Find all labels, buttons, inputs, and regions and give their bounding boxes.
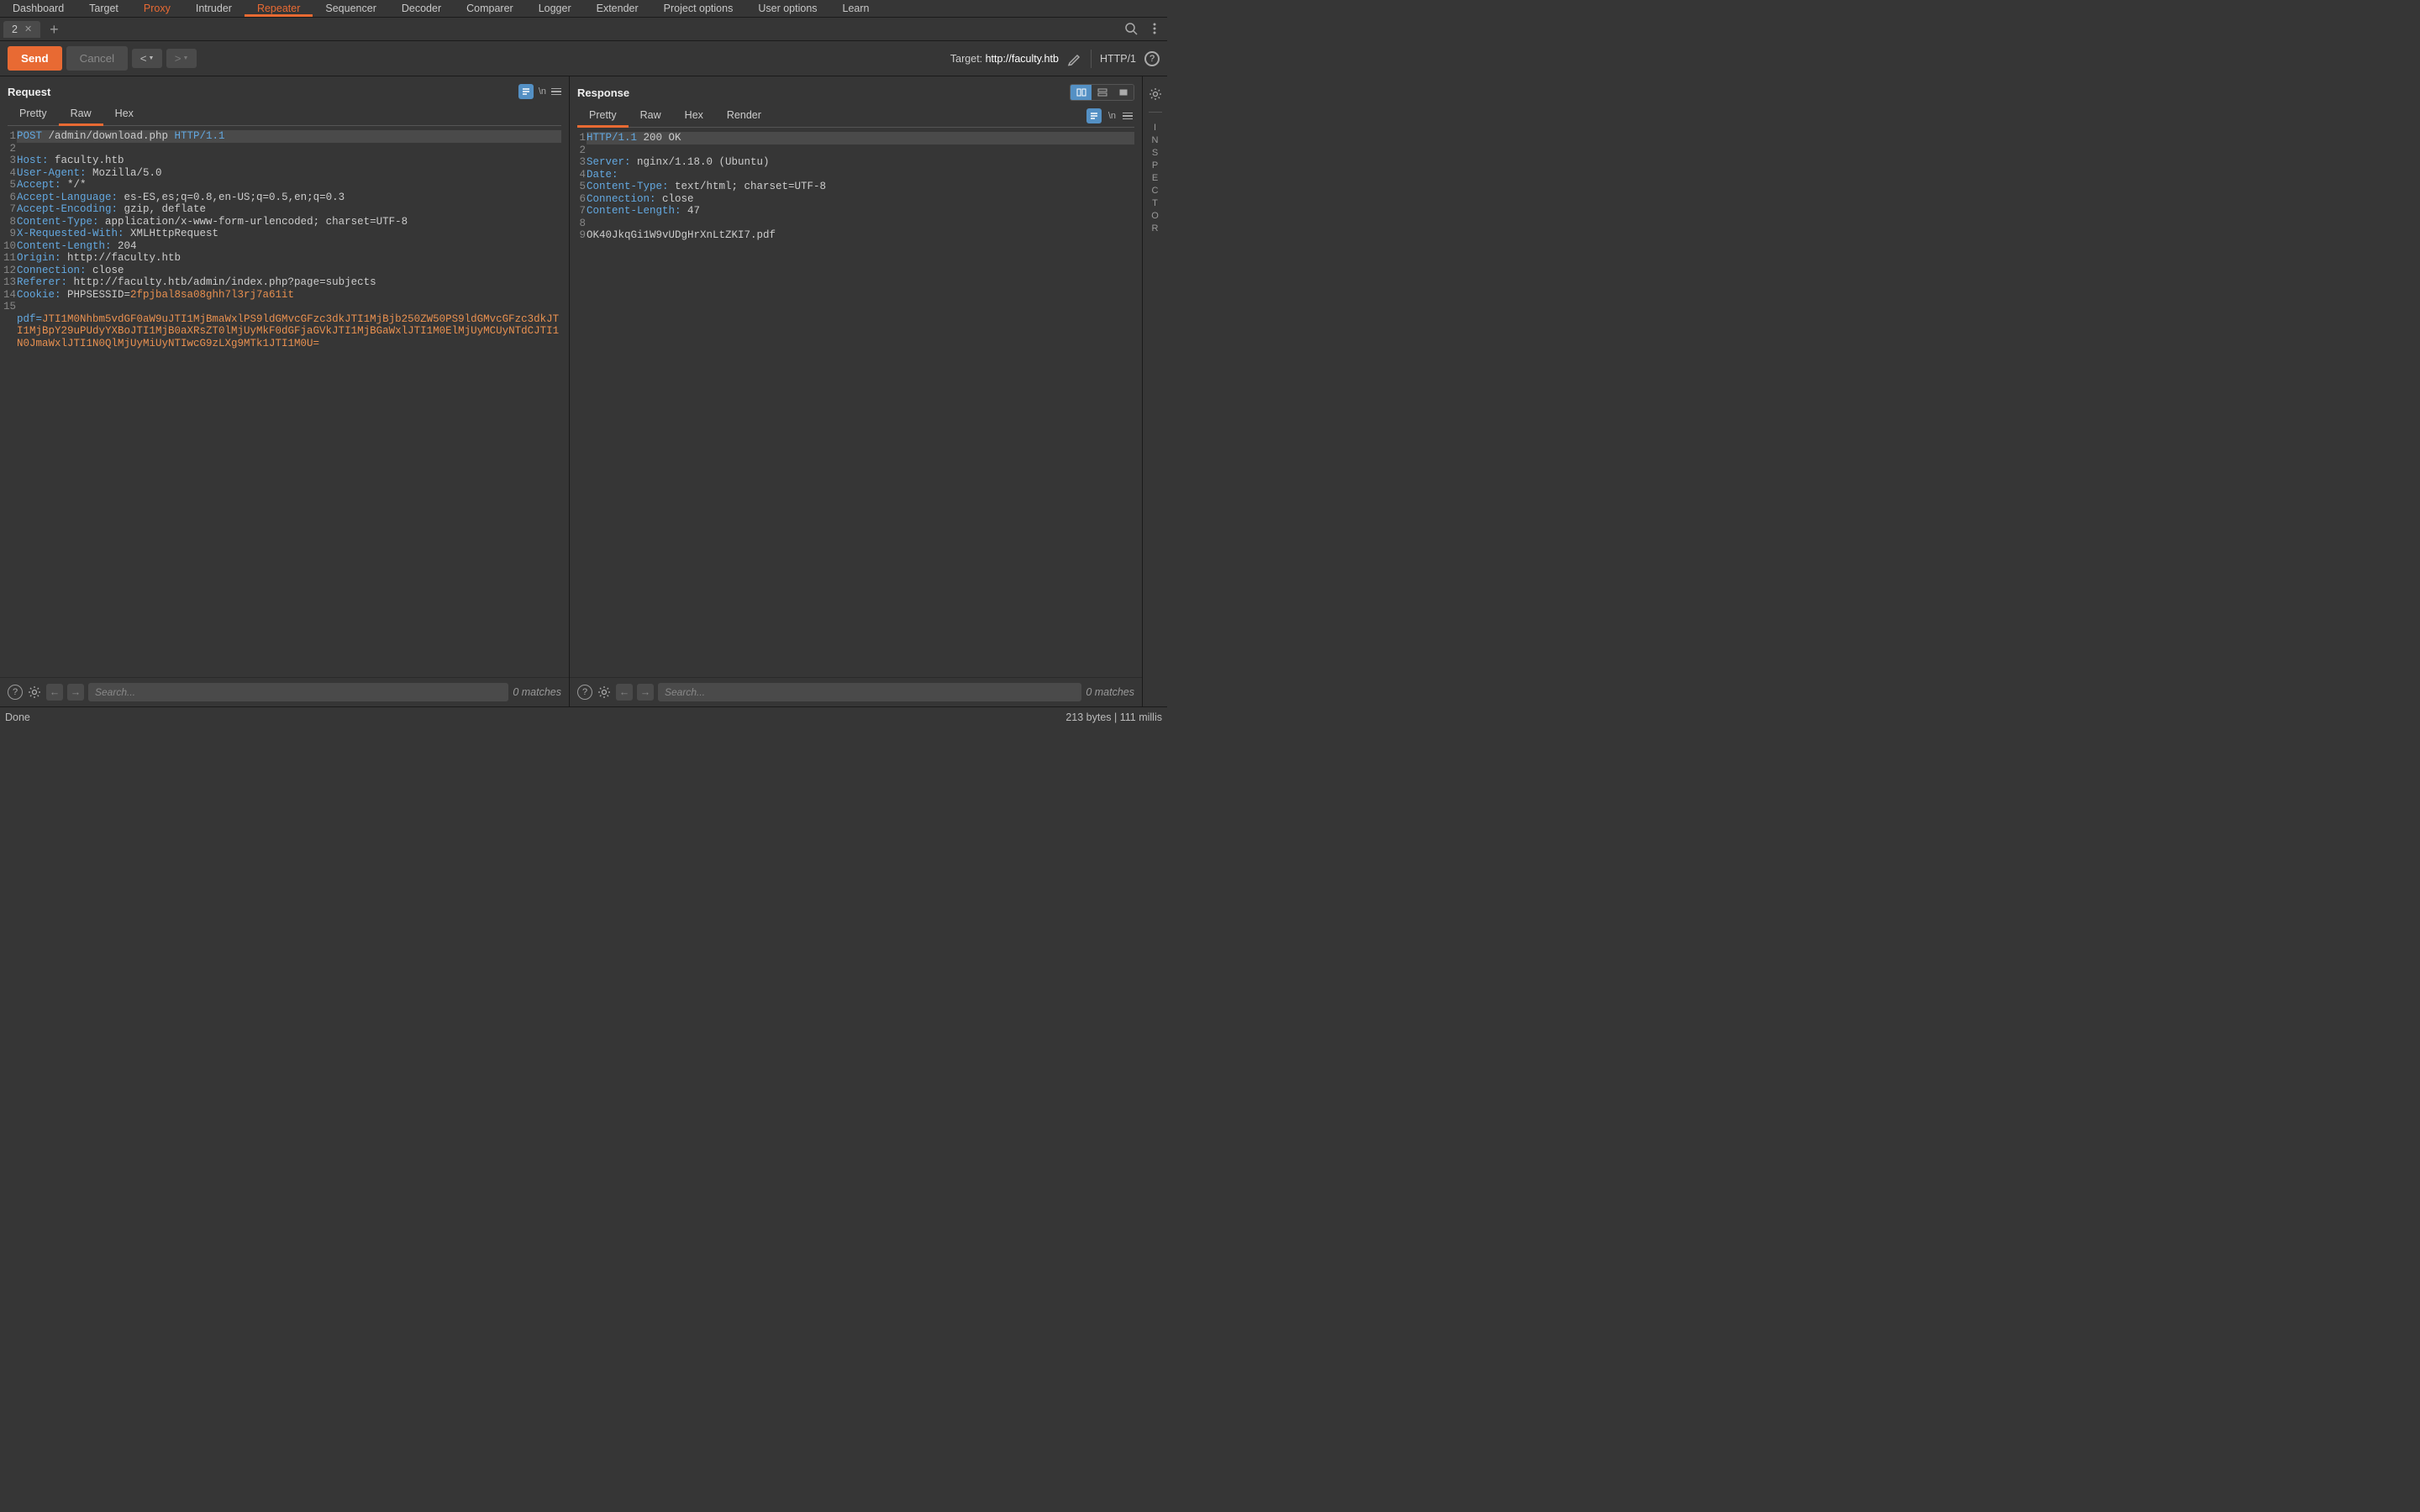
status-done: Done bbox=[5, 711, 30, 723]
status-meta: 213 bytes | 111 millis bbox=[1065, 711, 1162, 723]
search-icon[interactable] bbox=[1123, 21, 1139, 36]
response-line-gutter: 123456789 bbox=[571, 132, 587, 677]
newline-toggle[interactable]: \n bbox=[1108, 111, 1116, 121]
options-icon[interactable] bbox=[551, 88, 561, 96]
main-tab-logger[interactable]: Logger bbox=[526, 0, 584, 17]
cancel-button: Cancel bbox=[66, 46, 129, 71]
response-search-bar: ? ← → 0 matches bbox=[570, 677, 1142, 706]
layout-rows-icon[interactable] bbox=[1092, 85, 1113, 100]
response-body[interactable]: HTTP/1.1 200 OK Server: nginx/1.18.0 (Ub… bbox=[587, 132, 1134, 677]
gear-icon[interactable] bbox=[597, 685, 612, 700]
gear-icon[interactable] bbox=[27, 685, 42, 700]
view-tab-pretty[interactable]: Pretty bbox=[8, 103, 59, 125]
request-line-gutter: 123456789101112131415 bbox=[2, 130, 17, 677]
response-editor[interactable]: 123456789 HTTP/1.1 200 OK Server: nginx/… bbox=[570, 128, 1142, 677]
main-tab-bar: DashboardTargetProxyIntruderRepeaterSequ… bbox=[0, 0, 1167, 18]
request-match-count: 0 matches bbox=[513, 686, 561, 698]
layout-single-icon[interactable] bbox=[1113, 85, 1134, 100]
request-title: Request bbox=[8, 86, 50, 98]
main-tab-extender[interactable]: Extender bbox=[584, 0, 651, 17]
request-body[interactable]: POST /admin/download.php HTTP/1.1 Host: … bbox=[17, 130, 561, 677]
history-back-button[interactable]: < ▼ bbox=[132, 49, 162, 68]
help-icon[interactable]: ? bbox=[8, 685, 23, 700]
repeater-sub-tab-bar: 2 ✕ + bbox=[0, 18, 1167, 41]
divider bbox=[1091, 50, 1092, 68]
main-tab-proxy[interactable]: Proxy bbox=[131, 0, 183, 17]
main-tab-repeater[interactable]: Repeater bbox=[245, 0, 313, 17]
main-tab-dashboard[interactable]: Dashboard bbox=[0, 0, 76, 17]
message-editor-area: Request \n PrettyRawHex 1234567891011121… bbox=[0, 76, 1167, 707]
target-label: Target: http://faculty.htb bbox=[950, 53, 1059, 65]
newline-toggle[interactable]: \n bbox=[539, 87, 546, 97]
help-icon[interactable]: ? bbox=[577, 685, 592, 700]
request-search-input[interactable] bbox=[88, 683, 508, 701]
main-tab-project-options[interactable]: Project options bbox=[651, 0, 746, 17]
status-bar: Done 213 bytes | 111 millis bbox=[0, 707, 1167, 727]
send-button[interactable]: Send bbox=[8, 46, 62, 71]
request-view-tabs: PrettyRawHex bbox=[8, 103, 561, 126]
main-tab-user-options[interactable]: User options bbox=[745, 0, 829, 17]
history-forward-button: > ▼ bbox=[166, 49, 197, 68]
layout-columns-icon[interactable] bbox=[1071, 85, 1092, 100]
request-editor[interactable]: 123456789101112131415 POST /admin/downlo… bbox=[0, 126, 569, 677]
request-search-bar: ? ← → 0 matches bbox=[0, 677, 569, 706]
gear-icon[interactable] bbox=[1148, 87, 1163, 102]
view-tab-pretty[interactable]: Pretty bbox=[577, 105, 629, 128]
search-prev-button[interactable]: ← bbox=[46, 684, 63, 701]
divider bbox=[1149, 112, 1162, 113]
main-tab-target[interactable]: Target bbox=[76, 0, 131, 17]
view-tab-hex[interactable]: Hex bbox=[673, 105, 715, 127]
more-vertical-icon[interactable] bbox=[1147, 21, 1162, 36]
close-icon[interactable]: ✕ bbox=[24, 24, 32, 34]
search-next-button[interactable]: → bbox=[637, 684, 654, 701]
http-protocol-label[interactable]: HTTP/1 bbox=[1100, 53, 1136, 65]
main-tab-learn[interactable]: Learn bbox=[830, 0, 882, 17]
view-tab-raw[interactable]: Raw bbox=[629, 105, 673, 127]
help-icon[interactable]: ? bbox=[1144, 51, 1160, 66]
repeater-tab-2[interactable]: 2 ✕ bbox=[3, 21, 40, 38]
add-tab-button[interactable]: + bbox=[43, 24, 66, 35]
repeater-tab-label: 2 bbox=[12, 24, 18, 35]
search-next-button[interactable]: → bbox=[67, 684, 84, 701]
request-panel: Request \n PrettyRawHex 1234567891011121… bbox=[0, 76, 570, 706]
search-prev-button[interactable]: ← bbox=[616, 684, 633, 701]
view-tab-raw[interactable]: Raw bbox=[59, 103, 103, 126]
options-icon[interactable] bbox=[1123, 113, 1133, 120]
response-title: Response bbox=[577, 87, 629, 99]
main-tab-intruder[interactable]: Intruder bbox=[183, 0, 245, 17]
action-bar: Send Cancel < ▼ > ▼ Target: http://facul… bbox=[0, 41, 1167, 76]
response-panel: Response PrettyRawHexRender \n 123456789… bbox=[570, 76, 1142, 706]
inspector-strip[interactable]: INSPECTOR bbox=[1142, 76, 1167, 706]
view-tab-hex[interactable]: Hex bbox=[103, 103, 145, 125]
main-tab-sequencer[interactable]: Sequencer bbox=[313, 0, 388, 17]
edit-target-icon[interactable] bbox=[1067, 51, 1082, 66]
main-tab-decoder[interactable]: Decoder bbox=[389, 0, 454, 17]
response-match-count: 0 matches bbox=[1086, 686, 1134, 698]
layout-toggle[interactable] bbox=[1070, 84, 1134, 101]
beautify-icon[interactable] bbox=[1086, 108, 1102, 123]
beautify-icon[interactable] bbox=[518, 84, 534, 99]
view-tab-render[interactable]: Render bbox=[715, 105, 773, 127]
main-tab-comparer[interactable]: Comparer bbox=[454, 0, 526, 17]
response-view-tabs: PrettyRawHexRender \n bbox=[577, 105, 1134, 128]
inspector-label[interactable]: INSPECTOR bbox=[1150, 123, 1160, 236]
response-search-input[interactable] bbox=[658, 683, 1081, 701]
